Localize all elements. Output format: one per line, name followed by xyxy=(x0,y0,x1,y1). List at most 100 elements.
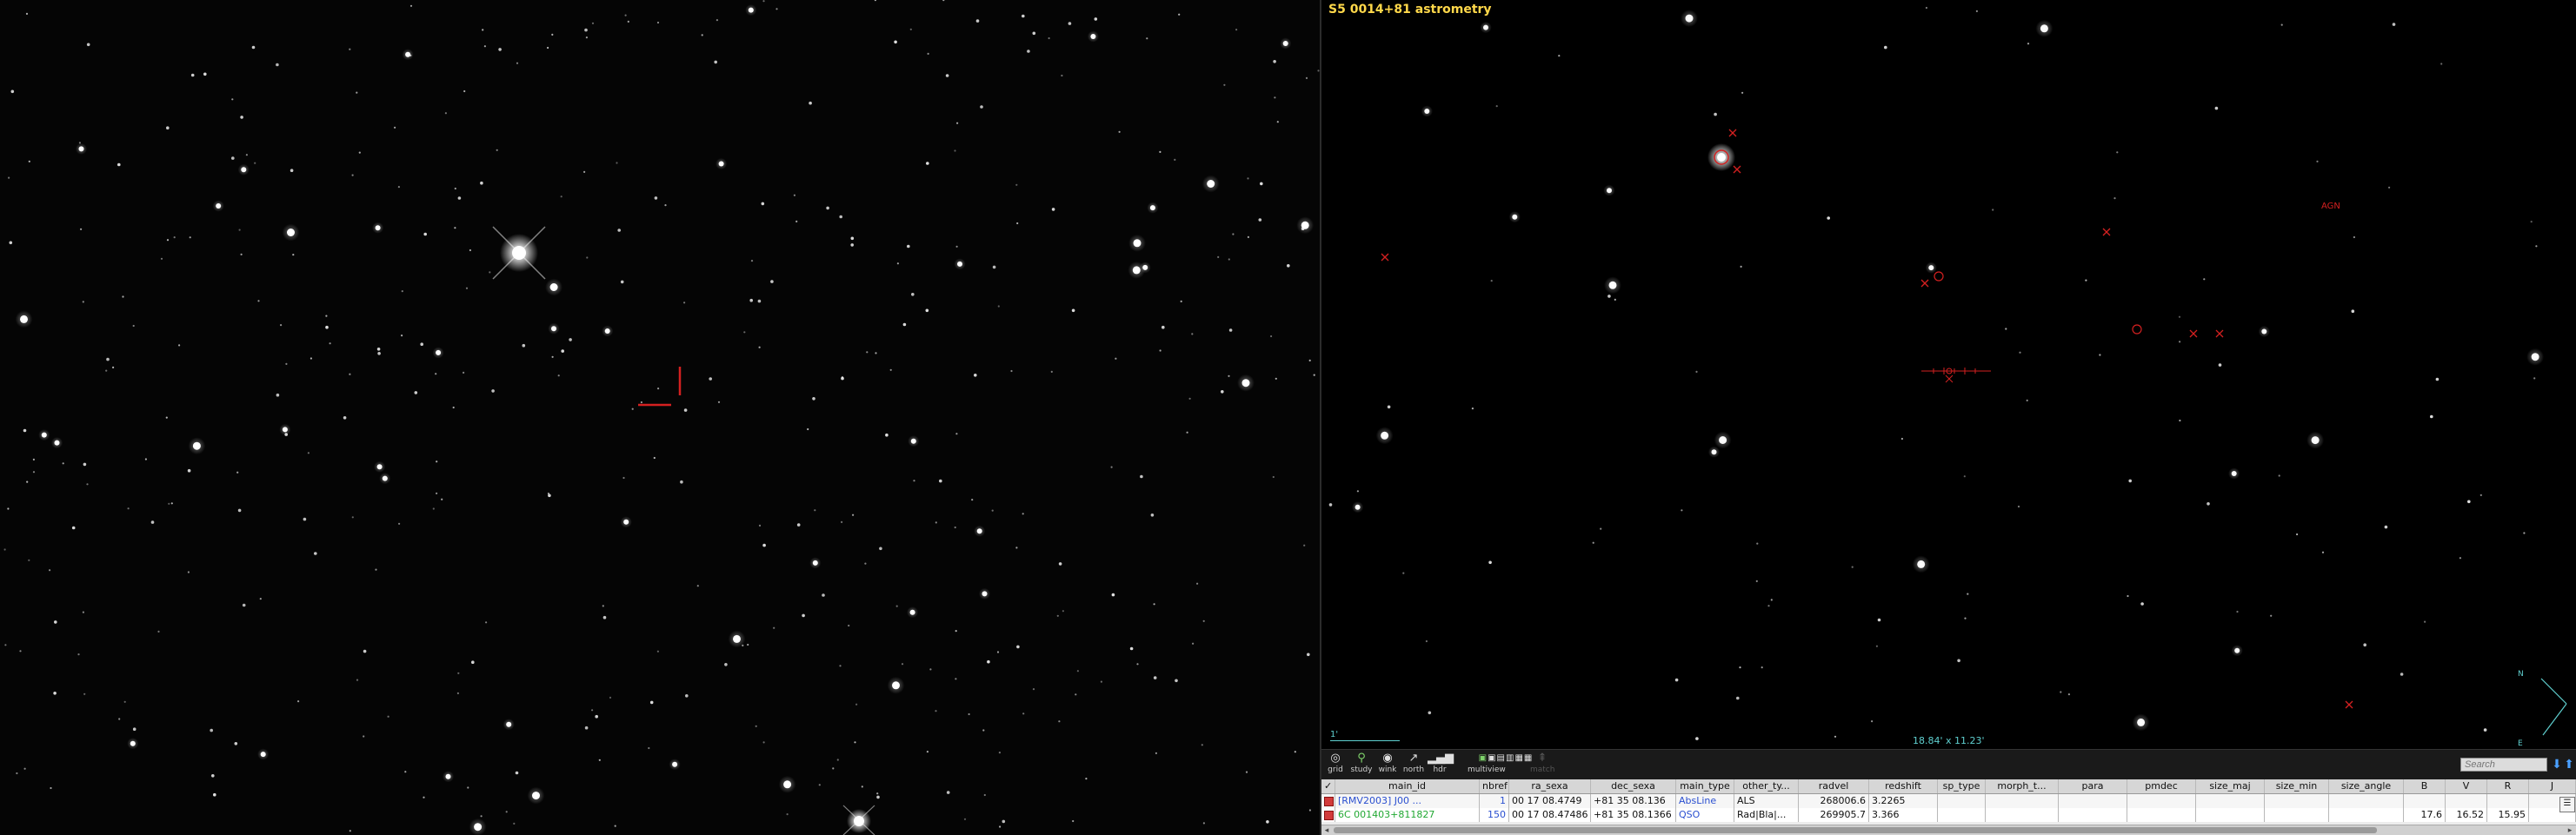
column-header[interactable]: V xyxy=(2446,779,2487,793)
search-input[interactable] xyxy=(2460,758,2547,772)
row-checkbox[interactable] xyxy=(1321,808,1335,822)
star-field-image[interactable] xyxy=(0,0,1320,835)
horizontal-scrollbar[interactable]: ◂ ▸ xyxy=(1321,825,2576,835)
star xyxy=(1963,475,1966,478)
grid-icon: ◎ xyxy=(1330,752,1341,765)
star xyxy=(254,162,256,164)
column-header[interactable]: pmdec xyxy=(2127,779,2196,793)
star xyxy=(653,456,656,460)
column-header[interactable]: main_type xyxy=(1676,779,1734,793)
star-halo xyxy=(212,200,224,212)
star xyxy=(889,368,892,371)
wink-button[interactable]: ◉ wink xyxy=(1375,752,1400,778)
star xyxy=(86,483,89,486)
nbref-link[interactable]: 150 xyxy=(1480,808,1509,822)
star xyxy=(971,499,974,501)
star xyxy=(170,502,173,505)
column-header[interactable]: other_ty... xyxy=(1734,779,1799,793)
star-halo xyxy=(188,437,206,455)
table-options-icon[interactable]: ☰ xyxy=(2559,797,2575,812)
column-header[interactable]: radvel xyxy=(1799,779,1869,793)
star xyxy=(1228,258,1230,261)
column-header[interactable]: size_maj xyxy=(2196,779,2265,793)
column-header[interactable]: main_id xyxy=(1335,779,1480,793)
row-checkbox[interactable] xyxy=(1321,794,1335,808)
table-row[interactable]: [RMV2003] J00 ... 1 00 17 08.4749 +81 35… xyxy=(1321,794,2576,808)
star-halo xyxy=(1421,105,1433,117)
main-type-link[interactable]: AbsLine xyxy=(1676,794,1734,808)
hdr-button[interactable]: ▂▄▆ hdr xyxy=(1428,752,1454,778)
star xyxy=(762,741,765,744)
nbref-link[interactable]: 1 xyxy=(1480,794,1509,808)
column-header[interactable]: redshift xyxy=(1869,779,1938,793)
star xyxy=(236,471,239,474)
star xyxy=(758,524,762,527)
star xyxy=(4,644,7,646)
star xyxy=(398,522,401,525)
star xyxy=(1608,295,1611,298)
grid-button[interactable]: ◎ grid xyxy=(1323,752,1348,778)
north-button[interactable]: ↗ north xyxy=(1401,752,1426,778)
column-header[interactable]: J xyxy=(2529,779,2576,793)
star xyxy=(807,427,809,431)
star xyxy=(861,785,863,788)
scroll-right-icon[interactable]: ▸ xyxy=(2565,825,2575,835)
star xyxy=(168,502,170,505)
star xyxy=(2400,673,2404,676)
column-header[interactable]: sp_type xyxy=(1938,779,1986,793)
star xyxy=(1002,819,1006,824)
match-button[interactable]: ⇞ match xyxy=(1530,752,1554,778)
star xyxy=(10,89,15,94)
column-header[interactable]: R xyxy=(2487,779,2529,793)
star-halo xyxy=(379,473,391,485)
star xyxy=(2533,377,2536,380)
search-down-arrow-icon[interactable]: ⬇ xyxy=(2551,758,2563,772)
column-header[interactable]: size_angle xyxy=(2329,779,2404,793)
star xyxy=(975,19,980,23)
other-types-cell: Rad|Bla|... xyxy=(1734,808,1799,822)
column-header[interactable]: nbref xyxy=(1480,779,1509,793)
star xyxy=(955,678,957,680)
star xyxy=(2351,309,2355,314)
star-halo xyxy=(1480,22,1492,34)
star xyxy=(325,315,328,317)
star xyxy=(742,644,744,647)
star xyxy=(1992,209,1994,211)
column-header[interactable]: size_min xyxy=(2265,779,2329,793)
table-row[interactable]: 6C 001403+811827 150 00 17 08.47486 +81 … xyxy=(1321,808,2576,822)
star xyxy=(1276,121,1279,123)
star-halo xyxy=(1508,211,1521,223)
star xyxy=(240,253,243,255)
scroll-left-icon[interactable]: ◂ xyxy=(1321,825,1332,835)
scrollbar-thumb[interactable] xyxy=(1334,827,2377,833)
star xyxy=(773,626,775,629)
main-id-link[interactable]: 6C 001403+811827 xyxy=(1335,808,1480,822)
column-header[interactable]: morph_t... xyxy=(1986,779,2059,793)
search-up-arrow-icon[interactable]: ⬆ xyxy=(2563,758,2575,772)
astro-image-panel[interactable] xyxy=(0,0,1320,835)
star xyxy=(654,196,658,200)
study-button[interactable]: ⚲ study xyxy=(1349,752,1374,778)
star xyxy=(1115,357,1117,360)
star xyxy=(802,613,805,618)
star xyxy=(132,324,135,328)
aladin-sky-image[interactable]: AGN N E xyxy=(1321,0,2576,749)
column-header[interactable]: para xyxy=(2059,779,2127,793)
star xyxy=(1741,91,1744,94)
star xyxy=(237,508,242,513)
star xyxy=(935,710,937,712)
main-id-link[interactable]: [RMV2003] J00 ... xyxy=(1335,794,1480,808)
star xyxy=(1755,580,1758,583)
star xyxy=(1307,653,1310,657)
select-all-checkbox[interactable]: ✓ xyxy=(1321,779,1335,793)
column-header[interactable]: B xyxy=(2404,779,2446,793)
main-type-link[interactable]: QSO xyxy=(1676,808,1734,822)
column-header[interactable]: dec_sexa xyxy=(1591,779,1676,793)
star xyxy=(251,45,256,50)
agn-label: AGN xyxy=(2321,202,2340,211)
star xyxy=(2384,525,2388,529)
para-cell xyxy=(2059,808,2127,822)
star xyxy=(1245,771,1248,773)
aladin-sky-view[interactable]: AGN N E S5 0014+81 astrometry 1' 18.84' … xyxy=(1321,0,2576,749)
column-header[interactable]: ra_sexa xyxy=(1509,779,1591,793)
